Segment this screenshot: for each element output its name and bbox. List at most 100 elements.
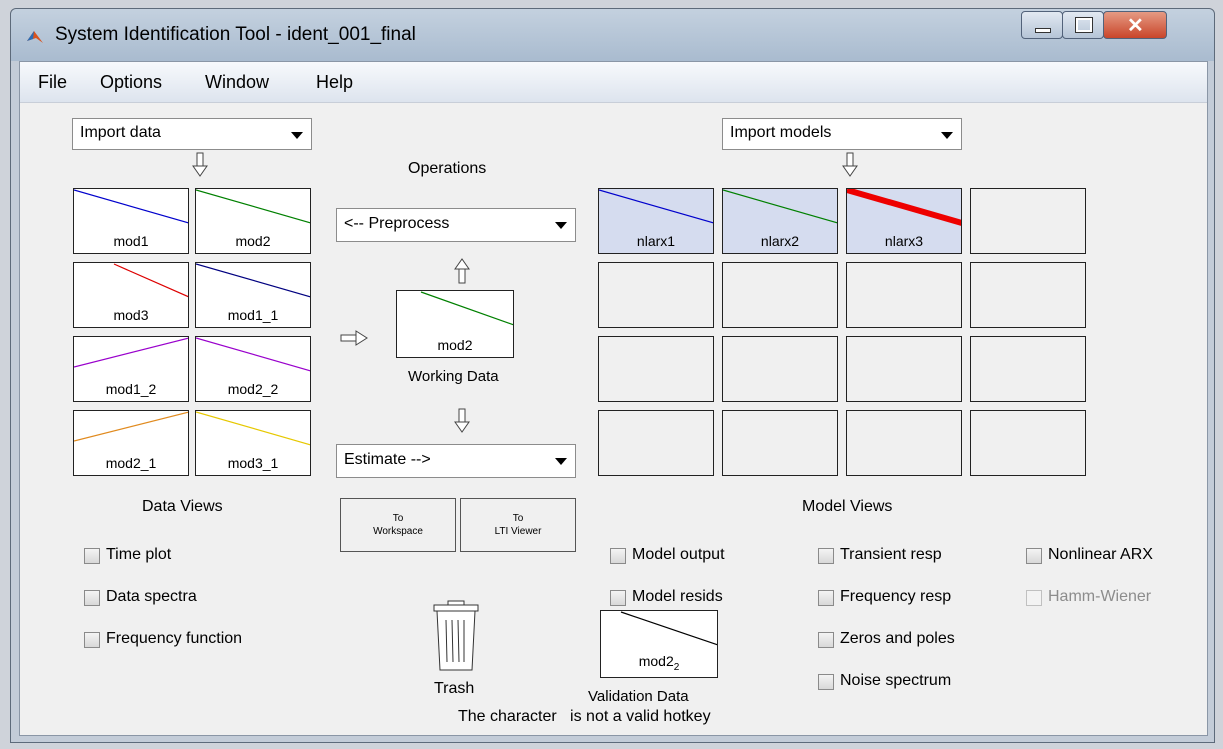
- menu-bar: File Options Window Help: [20, 62, 1207, 103]
- validation-subscript: 2: [673, 662, 680, 673]
- frequency-function-label: Frequency function: [106, 630, 243, 647]
- working-data-tile[interactable]: mod2: [396, 290, 514, 358]
- signal-line: [113, 263, 188, 298]
- data-spectra-checkbox[interactable]: [84, 590, 100, 606]
- empty-model-slot: [970, 410, 1086, 476]
- to-lti-viewer-button[interactable]: To LTI Viewer: [460, 498, 576, 552]
- noise-spectrum-label: Noise spectrum: [840, 672, 952, 689]
- maximize-button[interactable]: [1062, 11, 1104, 39]
- data-tile-label: mod1_1: [227, 307, 279, 323]
- working-data-caption: Working Data: [408, 368, 499, 385]
- menu-window[interactable]: Window: [205, 72, 269, 93]
- menu-options[interactable]: Options: [100, 72, 162, 93]
- model-resids-checkbox[interactable]: [610, 590, 626, 606]
- transient-resp-label: Transient resp: [840, 546, 942, 563]
- operations-heading: Operations: [408, 160, 487, 177]
- right-arrow-icon: [340, 330, 368, 346]
- preprocess-select[interactable]: <-- Preprocess: [336, 208, 576, 242]
- empty-model-slot: [722, 410, 838, 476]
- close-icon: ✕: [1127, 15, 1144, 37]
- data-tile-label: mod2_2: [227, 381, 279, 397]
- data-tile-label: mod3: [113, 307, 149, 323]
- data-tile[interactable]: mod3: [73, 262, 189, 328]
- model-tile[interactable]: nlarx3: [846, 188, 962, 254]
- validation-data-tile[interactable]: mod22: [600, 610, 718, 678]
- import-data-select[interactable]: Import data: [72, 118, 312, 150]
- data-tile-label: mod3_1: [227, 455, 279, 471]
- down-arrow-icon: [454, 408, 470, 433]
- estimate-select[interactable]: Estimate -->: [336, 444, 576, 478]
- signal-line: [723, 189, 837, 224]
- data-tile[interactable]: mod2: [195, 188, 311, 254]
- empty-model-slot: [722, 336, 838, 402]
- data-tile[interactable]: mod1_1: [195, 262, 311, 328]
- data-tile-label: mod1_2: [105, 381, 157, 397]
- data-tile-label: mod2: [235, 233, 271, 249]
- signal-line: [74, 337, 188, 368]
- trash-label: Trash: [434, 680, 475, 697]
- up-arrow-icon: [454, 258, 470, 284]
- empty-model-slot: [598, 262, 714, 328]
- down-arrow-icon: [192, 152, 208, 177]
- signal-line: [196, 411, 310, 446]
- model-tile[interactable]: nlarx1: [598, 188, 714, 254]
- time-plot-label: Time plot: [106, 546, 172, 563]
- empty-model-slot: [846, 262, 962, 328]
- frequency-function-checkbox[interactable]: [84, 632, 100, 648]
- noise-spectrum-checkbox[interactable]: [818, 674, 834, 690]
- empty-model-slot: [846, 336, 962, 402]
- empty-model-slot: [598, 336, 714, 402]
- signal-line: [74, 411, 188, 442]
- empty-model-slot: [722, 262, 838, 328]
- menu-help[interactable]: Help: [316, 72, 353, 93]
- validation-data-caption: Validation Data: [588, 688, 689, 705]
- trash-icon[interactable]: [430, 600, 482, 672]
- transient-resp-checkbox[interactable]: [818, 548, 834, 564]
- model-tile-label: nlarx1: [636, 233, 676, 249]
- model-output-checkbox[interactable]: [610, 548, 626, 564]
- maximize-icon: [1075, 17, 1093, 33]
- signal-line: [196, 337, 310, 372]
- nonlinear-arx-checkbox[interactable]: [1026, 548, 1042, 564]
- window-title: System Identification Tool - ident_001_f…: [55, 24, 416, 45]
- signal-line: [847, 189, 961, 226]
- empty-model-slot: [846, 410, 962, 476]
- chevron-down-icon: [555, 222, 567, 229]
- minimize-button[interactable]: [1021, 11, 1063, 39]
- matlab-icon: [27, 31, 43, 43]
- data-tile[interactable]: mod2_2: [195, 336, 311, 402]
- minimize-icon: [1035, 28, 1051, 33]
- empty-model-slot: [970, 262, 1086, 328]
- empty-model-slot: [970, 188, 1086, 254]
- model-views-heading: Model Views: [802, 498, 893, 515]
- down-arrow-icon: [842, 152, 858, 177]
- model-output-label: Model output: [632, 546, 725, 563]
- validation-label: mod2: [638, 653, 674, 670]
- close-button[interactable]: ✕: [1103, 11, 1167, 39]
- chevron-down-icon: [291, 132, 303, 139]
- data-spectra-label: Data spectra: [106, 588, 197, 605]
- signal-line: [196, 189, 310, 224]
- signal-line: [74, 189, 188, 224]
- chevron-down-icon: [941, 132, 953, 139]
- model-resids-label: Model resids: [632, 588, 723, 605]
- import-models-select[interactable]: Import models: [722, 118, 962, 150]
- menu-file[interactable]: File: [38, 72, 67, 93]
- data-tile[interactable]: mod2_1: [73, 410, 189, 476]
- data-tile-label: mod2_1: [105, 455, 157, 471]
- time-plot-checkbox[interactable]: [84, 548, 100, 564]
- model-tile[interactable]: nlarx2: [722, 188, 838, 254]
- client-area: File Options Window Help Import data mod…: [19, 61, 1208, 736]
- title-bar[interactable]: System Identification Tool - ident_001_f…: [11, 9, 1214, 61]
- data-tile[interactable]: mod3_1: [195, 410, 311, 476]
- chevron-down-icon: [555, 458, 567, 465]
- data-tile[interactable]: mod1_2: [73, 336, 189, 402]
- hamm-wiener-label: Hamm-Wiener: [1048, 588, 1152, 605]
- data-tile[interactable]: mod1: [73, 188, 189, 254]
- frequency-resp-label: Frequency resp: [840, 588, 952, 605]
- main-window: System Identification Tool - ident_001_f…: [10, 8, 1215, 743]
- to-workspace-button[interactable]: To Workspace: [340, 498, 456, 552]
- zeros-and-poles-checkbox[interactable]: [818, 632, 834, 648]
- data-tile-label: mod1: [113, 233, 149, 249]
- frequency-resp-checkbox[interactable]: [818, 590, 834, 606]
